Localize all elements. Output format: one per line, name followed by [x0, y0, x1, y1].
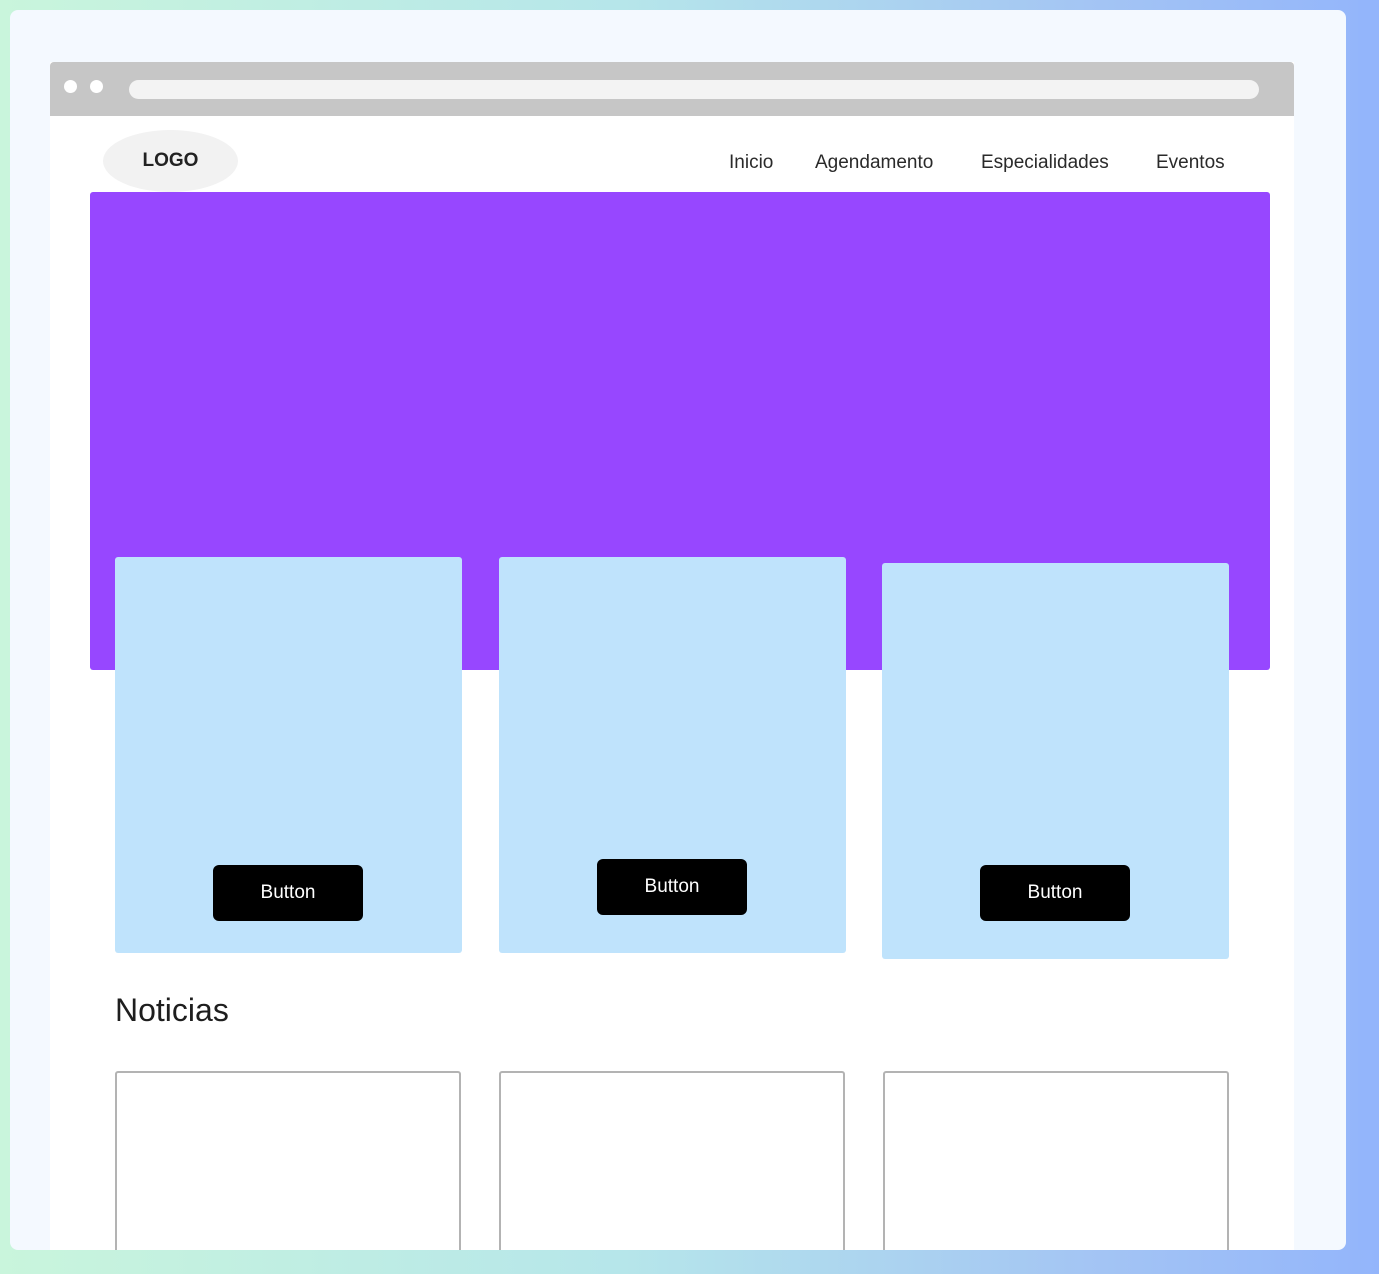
news-card[interactable] — [115, 1071, 461, 1250]
feature-card: Button — [115, 557, 462, 953]
nav-link-inicio[interactable]: Inicio — [729, 152, 773, 176]
window-dot-icon — [90, 80, 103, 93]
logo-text: LOGO — [142, 150, 199, 171]
feature-card: Button — [499, 557, 846, 953]
feature-card: Button — [882, 563, 1229, 959]
browser-toolbar — [50, 62, 1294, 116]
news-section-title: Noticias — [115, 992, 229, 1028]
logo[interactable]: LOGO — [103, 130, 238, 192]
address-bar[interactable] — [129, 80, 1259, 99]
card-button[interactable]: Button — [597, 859, 747, 915]
wireframe-panel: LOGO Inicio Agendamento Especialidades E… — [10, 10, 1346, 1250]
window-dot-icon — [64, 80, 77, 93]
news-card[interactable] — [499, 1071, 845, 1250]
card-button[interactable]: Button — [980, 865, 1130, 921]
nav-link-eventos[interactable]: Eventos — [1156, 152, 1225, 176]
nav-link-agendamento[interactable]: Agendamento — [815, 152, 933, 176]
news-card[interactable] — [883, 1071, 1229, 1250]
background-strip — [1358, 0, 1379, 1250]
nav-link-especialidades[interactable]: Especialidades — [981, 152, 1109, 176]
card-button[interactable]: Button — [213, 865, 363, 921]
browser-window: LOGO Inicio Agendamento Especialidades E… — [50, 62, 1294, 1250]
